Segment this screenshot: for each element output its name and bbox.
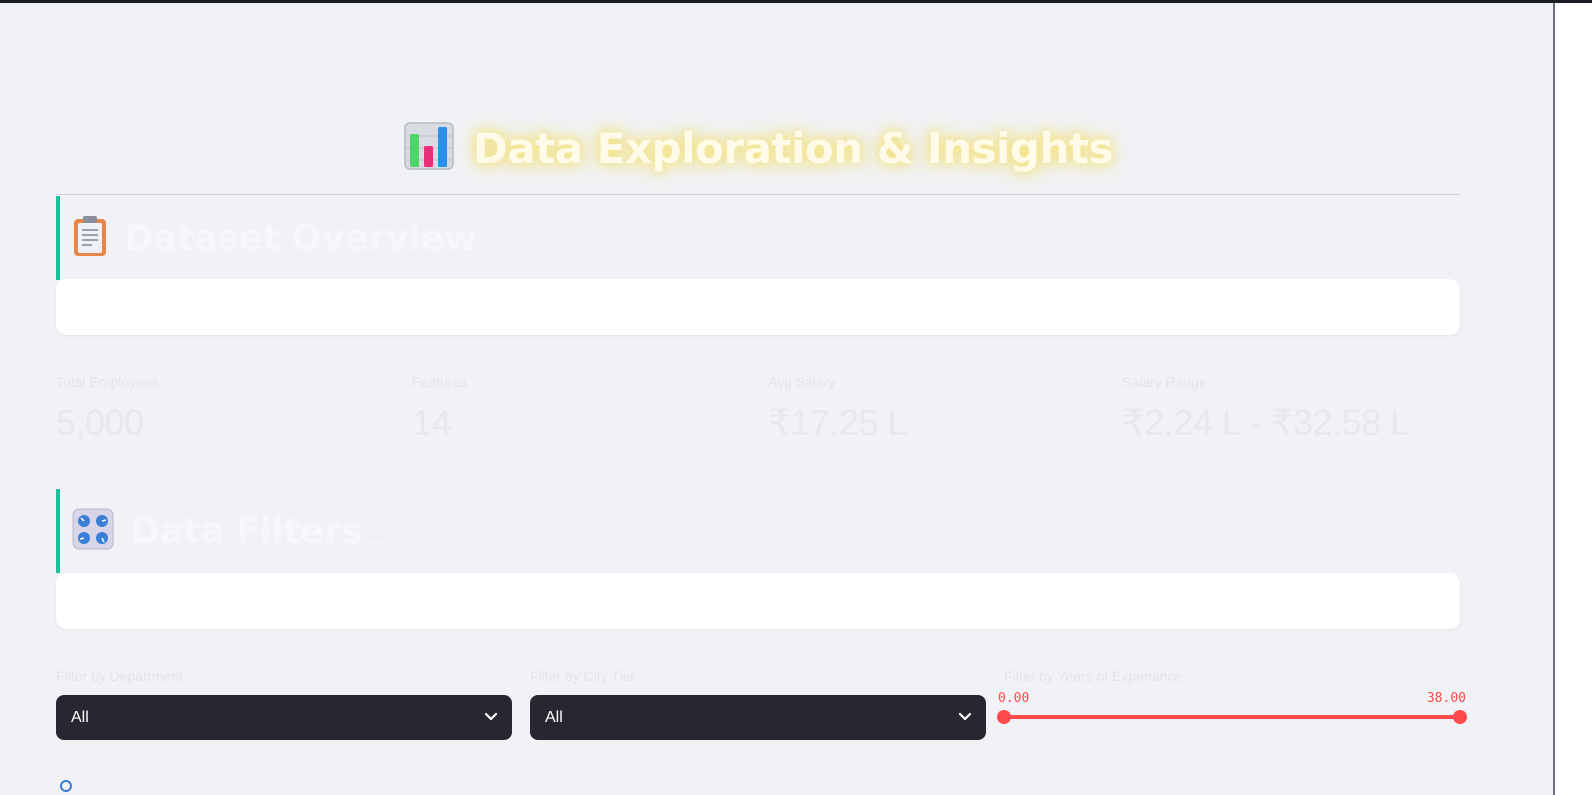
dataset-overview-card (56, 279, 1460, 335)
section-header-data-filters: Data Filters — (56, 489, 1460, 573)
metric-salary-range: Salary Range ₹2.24 L - ₹32.58 L (1122, 374, 1460, 444)
metric-value: 14 (412, 402, 452, 443)
section-subtext: — (370, 529, 383, 543)
section-title-dataset-overview: Dataset Overview (124, 217, 477, 259)
slider-min-value: 0.00 (998, 691, 1030, 706)
department-filter-label: Filter by Department (56, 668, 183, 684)
control-knobs-icon (72, 508, 114, 555)
title-divider (56, 194, 1460, 195)
clipboard-icon (72, 214, 108, 263)
experience-range-slider[interactable]: 0.00 38.00 (997, 690, 1467, 730)
metric-label: Features (412, 374, 468, 390)
main-content: Data Exploration & Insights Dataset Over… (56, 0, 1467, 795)
info-icon (60, 780, 72, 792)
slider-min-handle[interactable] (997, 710, 1011, 724)
metric-value: 5,000 (56, 402, 144, 443)
chevron-down-icon (484, 709, 498, 727)
metric-value: ₹17.25 L (768, 402, 908, 443)
city-tier-select-value: All (545, 708, 563, 726)
section-title-data-filters: Data Filters (130, 510, 363, 552)
city-tier-filter-label: Filter by City Tier (530, 668, 636, 684)
section-header-dataset-overview: Dataset Overview (56, 196, 1460, 280)
department-select[interactable]: All (56, 695, 512, 740)
scrollbar-area[interactable] (1553, 3, 1592, 795)
metric-label: Salary Range (1122, 374, 1207, 390)
department-select-value: All (71, 708, 89, 726)
experience-filter-label: Filter by Years of Experiance (1004, 668, 1183, 684)
chevron-down-icon (958, 709, 972, 727)
metric-avg-salary: Avg Salary ₹17.25 L (768, 374, 1108, 444)
metric-total-employees: Total Employees 5,000 (56, 374, 396, 444)
slider-track[interactable] (1004, 715, 1460, 719)
metric-value: ₹2.24 L - ₹32.58 L (1122, 402, 1410, 443)
page-title: Data Exploration & Insights (56, 118, 1460, 178)
metric-features: Features 14 (412, 374, 752, 444)
page-title-text: Data Exploration & Insights (473, 123, 1113, 173)
bar-chart-icon (403, 120, 455, 177)
slider-max-value: 38.00 (1426, 691, 1466, 706)
data-filters-card (56, 573, 1460, 629)
city-tier-select[interactable]: All (530, 695, 986, 740)
metric-label: Avg Salary (768, 374, 836, 390)
slider-max-handle[interactable] (1453, 710, 1467, 724)
metric-label: Total Employees (56, 374, 159, 390)
